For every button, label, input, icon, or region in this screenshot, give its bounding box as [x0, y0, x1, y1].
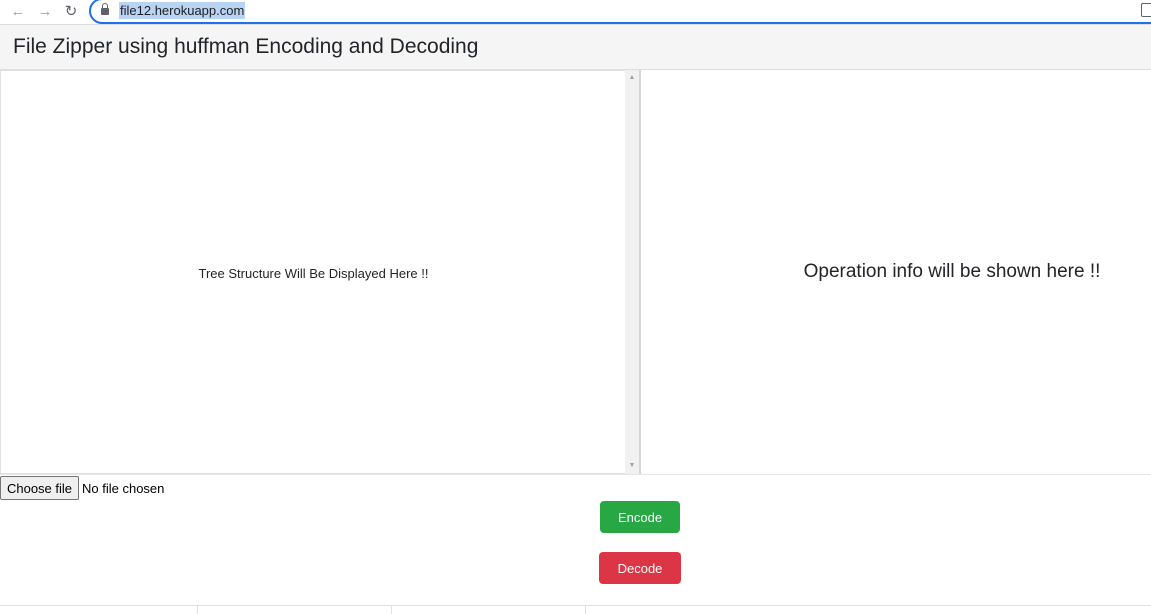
scroll-up-arrow-icon[interactable]: ▲ [625, 72, 639, 84]
file-status-text: No file chosen [82, 481, 165, 496]
footer-tick [585, 605, 586, 614]
back-arrow-icon[interactable]: ← [8, 2, 28, 22]
footer-tick [391, 605, 392, 614]
footer-tick [197, 605, 198, 614]
page-title: File Zipper using huffman Encoding and D… [13, 35, 479, 58]
forward-arrow-icon[interactable]: → [35, 2, 55, 22]
tree-panel: Tree Structure Will Be Displayed Here !! [0, 70, 625, 474]
footer-divider [0, 605, 1151, 606]
operation-info-text: Operation info will be shown here !! [803, 261, 1101, 282]
decode-button[interactable]: Decode [599, 552, 681, 584]
panel-bottom-border [0, 474, 1151, 475]
url-text[interactable]: file12.herokuapp.com [119, 2, 246, 19]
choose-file-button[interactable]: Choose file [0, 476, 79, 500]
tree-panel-scrollbar[interactable]: ▲ ▼ [625, 70, 639, 474]
encode-button[interactable]: Encode [600, 501, 680, 533]
app-header: File Zipper using huffman Encoding and D… [0, 25, 1151, 70]
reload-icon[interactable]: ↻ [61, 2, 81, 22]
lock-icon [101, 3, 109, 16]
browser-toolbar: ← → ↻ file12.herokuapp.com [0, 0, 1151, 25]
address-bar[interactable]: file12.herokuapp.com [89, 0, 1151, 24]
info-panel: Operation info will be shown here !! [641, 70, 1151, 474]
tree-placeholder-text: Tree Structure Will Be Displayed Here !! [198, 265, 429, 281]
scroll-down-arrow-icon[interactable]: ▼ [625, 460, 639, 472]
extension-icon[interactable] [1141, 3, 1151, 17]
